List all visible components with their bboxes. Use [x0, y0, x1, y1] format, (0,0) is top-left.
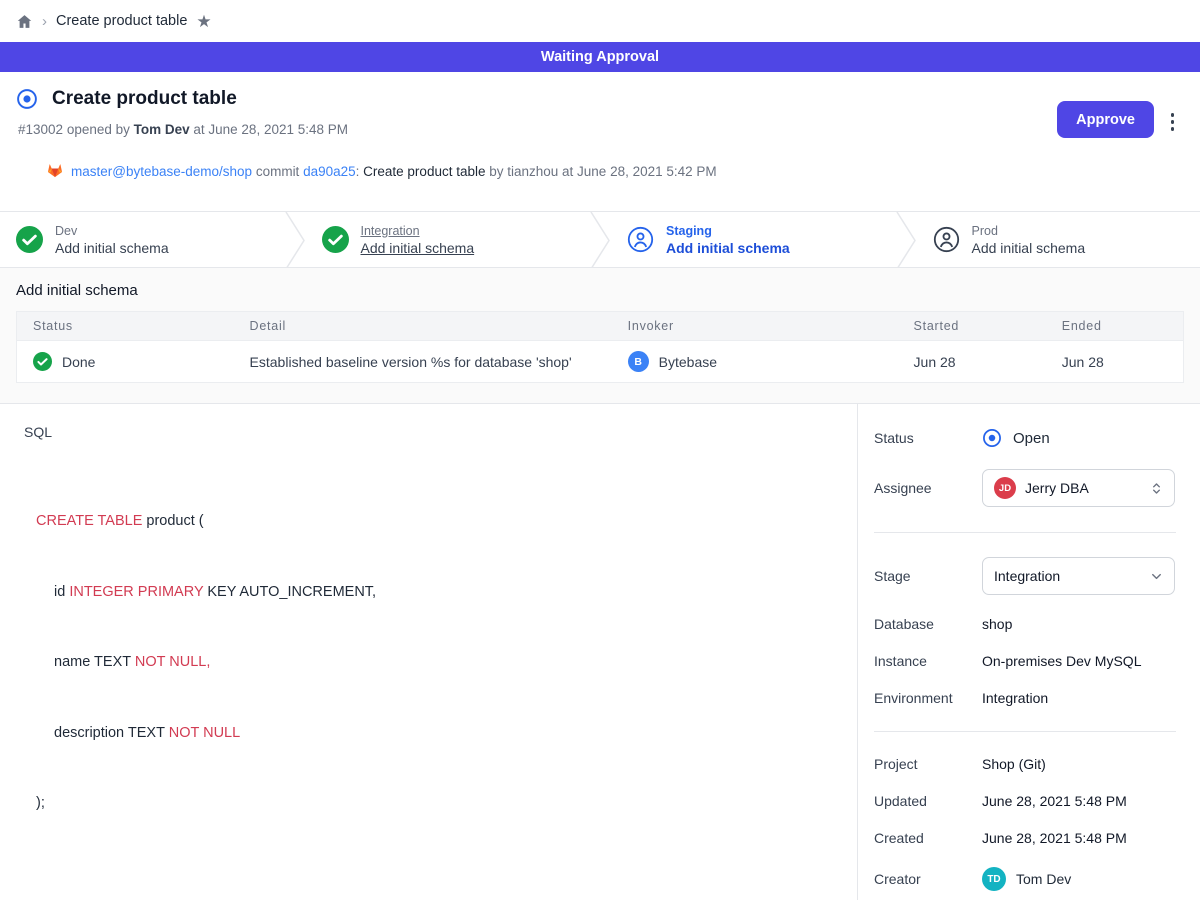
stage-value: Integration [994, 568, 1140, 584]
stage-task-label: Add initial schema [55, 240, 169, 256]
creator-value: Tom Dev [1016, 871, 1071, 887]
task-section-title: Add initial schema [16, 282, 1184, 299]
stage-staging[interactable]: Staging Add initial schema [611, 212, 895, 267]
commit-hash-link[interactable]: da90a25 [303, 164, 356, 179]
issue-id: #13002 [18, 122, 63, 137]
database-label: Database [874, 616, 982, 632]
stage-task-label: Add initial schema [666, 240, 790, 256]
stage-env-label: Dev [55, 224, 169, 238]
breadcrumb-page: Create product table [56, 13, 187, 29]
person-circle-icon [933, 226, 960, 253]
project-value: Shop (Git) [982, 756, 1046, 772]
gitlab-icon [16, 146, 64, 197]
issue-detail-panel: SQL CREATE TABLE product ( id INTEGER PR… [0, 404, 857, 900]
col-ended: Ended [1046, 312, 1184, 341]
updated-value: June 28, 2021 5:48 PM [982, 793, 1127, 809]
stage-separator [284, 212, 306, 267]
status-value: Open [1013, 430, 1050, 447]
person-circle-icon [627, 226, 654, 253]
task-started: Jun 28 [898, 341, 1046, 383]
environment-label: Environment [874, 690, 982, 706]
status-banner-text: Waiting Approval [541, 49, 659, 65]
updated-label: Updated [874, 793, 982, 809]
updown-chevron-icon [1149, 481, 1164, 496]
avatar: JD [994, 477, 1016, 499]
commit-text: master@bytebase-demo/shop commit da90a25… [71, 164, 717, 179]
task-ended: Jun 28 [1046, 341, 1184, 383]
creator-label: Creator [874, 871, 982, 887]
stage-env-label: Staging [666, 224, 790, 238]
task-table: Status Detail Invoker Started Ended Done [16, 311, 1184, 383]
assignee-value: Jerry DBA [1025, 480, 1140, 496]
stage-prod[interactable]: Prod Add initial schema [917, 212, 1200, 267]
col-status: Status [17, 312, 234, 341]
issue-sidebar: Status Open Assignee JD Jerry DBA Stage … [857, 404, 1200, 900]
app-root: › Create product table ★ Waiting Approva… [0, 0, 1200, 900]
col-started: Started [898, 312, 1046, 341]
instance-label: Instance [874, 653, 982, 669]
stage-separator [895, 212, 917, 267]
sql-statement: CREATE TABLE product ( id INTEGER PRIMAR… [36, 463, 841, 863]
table-row[interactable]: Done Established baseline version %s for… [17, 341, 1184, 383]
issue-meta: #13002 opened by Tom Dev at June 28, 202… [18, 122, 1184, 137]
pipeline-stages: Dev Add initial schema Integration Add i… [0, 211, 1200, 268]
check-circle-icon [16, 226, 43, 253]
created-value: June 28, 2021 5:48 PM [982, 830, 1127, 846]
sidebar-divider [874, 532, 1176, 533]
issue-open-icon [16, 88, 38, 110]
breadcrumb: › Create product table ★ [0, 0, 1200, 42]
commit-line: master@bytebase-demo/shop commit da90a25… [16, 146, 1184, 197]
avatar: B [628, 351, 649, 372]
stage-dev[interactable]: Dev Add initial schema [0, 212, 284, 267]
issue-header: Create product table #13002 opened by To… [0, 72, 1200, 211]
stage-label: Stage [874, 568, 982, 584]
more-actions-icon[interactable] [1167, 109, 1179, 135]
task-invoker: Bytebase [659, 354, 717, 370]
avatar: TD [982, 867, 1006, 891]
stage-task-label: Add initial schema [972, 240, 1086, 256]
stage-integration[interactable]: Integration Add initial schema [306, 212, 590, 267]
task-section: Add initial schema Status Detail Invoker… [0, 268, 1200, 404]
assignee-label: Assignee [874, 480, 982, 496]
open-status-icon [982, 428, 1002, 448]
instance-value: On-premises Dev MySQL [982, 653, 1141, 669]
sql-label: SQL [24, 424, 841, 440]
environment-value: Integration [982, 690, 1048, 706]
branch-repo-link[interactable]: master@bytebase-demo/shop [71, 164, 252, 179]
stage-task-label: Add initial schema [361, 240, 475, 256]
check-circle-icon [322, 226, 349, 253]
stage-select[interactable]: Integration [982, 557, 1175, 595]
created-label: Created [874, 830, 982, 846]
database-value: shop [982, 616, 1012, 632]
col-invoker: Invoker [612, 312, 898, 341]
sidebar-divider [874, 731, 1176, 732]
status-banner: Waiting Approval [0, 42, 1200, 72]
task-status: Done [62, 354, 95, 370]
approve-button[interactable]: Approve [1057, 101, 1154, 138]
chevron-right-icon: › [42, 14, 47, 29]
project-label: Project [874, 756, 982, 772]
status-label: Status [874, 430, 982, 446]
commit-message: Create product table [363, 164, 485, 179]
star-icon[interactable]: ★ [196, 13, 211, 30]
issue-author: Tom Dev [134, 122, 190, 137]
task-detail: Established baseline version %s for data… [234, 341, 612, 383]
assignee-select[interactable]: JD Jerry DBA [982, 469, 1175, 507]
page-title: Create product table [52, 88, 237, 110]
chevron-down-icon [1149, 569, 1164, 584]
col-detail: Detail [234, 312, 612, 341]
stage-env-label: Integration [361, 224, 475, 238]
stage-env-label: Prod [972, 224, 1086, 238]
home-icon[interactable] [16, 13, 33, 30]
check-circle-icon [33, 352, 52, 371]
stage-separator [589, 212, 611, 267]
